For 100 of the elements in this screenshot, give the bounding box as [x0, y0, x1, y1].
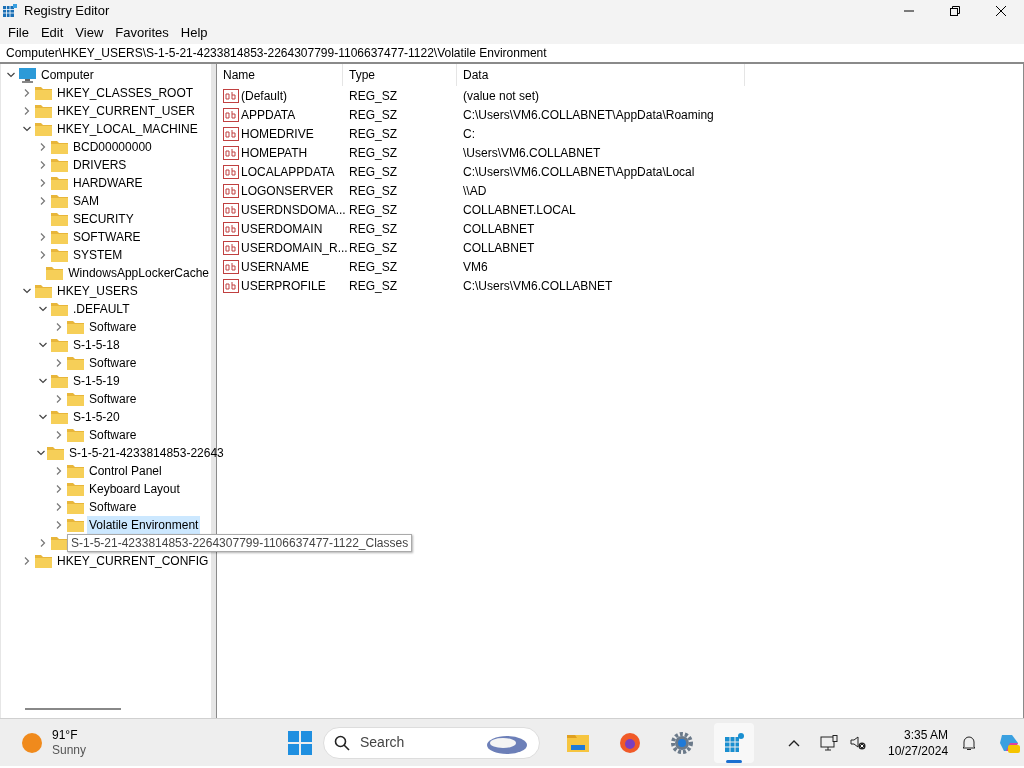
chevron-right-icon[interactable] [40, 161, 46, 169]
tree-item[interactable]: Software [87, 426, 139, 444]
sun-icon[interactable] [22, 732, 42, 753]
tree-item[interactable]: S-1-5-21-4233814853-22643 [67, 444, 226, 462]
menu-item[interactable]: File [2, 23, 35, 43]
value-type: REG_SZ [348, 87, 398, 105]
value-name[interactable]: LOCALAPPDATA [241, 162, 335, 181]
tree-item[interactable]: SYSTEM [71, 246, 125, 264]
chevron-right-icon[interactable] [56, 521, 62, 529]
chevron-down-icon[interactable] [39, 378, 47, 384]
value-name[interactable]: HOMEPATH [241, 143, 308, 162]
chevron-right-icon[interactable] [56, 485, 62, 493]
tree-item[interactable]: S-1-5-18 [71, 336, 122, 354]
folder-icon [67, 428, 84, 442]
folder-icon [51, 140, 68, 154]
tree-item[interactable]: HKEY_CURRENT_CONFIG [55, 552, 211, 570]
tree-item[interactable]: Software [87, 390, 139, 408]
chevron-right-icon[interactable] [56, 323, 62, 331]
tree-item[interactable]: Volatile Environment [87, 516, 201, 534]
tree-item[interactable]: HKEY_CLASSES_ROOT [55, 84, 196, 102]
value-name[interactable]: USERDNSDOMA... [241, 200, 346, 219]
tree-item[interactable]: Keyboard Layout [87, 480, 182, 498]
chevron-right-icon[interactable] [56, 359, 62, 367]
chevron-right-icon[interactable] [40, 251, 46, 259]
tree-item[interactable]: .DEFAULT [71, 300, 132, 318]
chevron-down-icon[interactable] [23, 126, 31, 132]
value-name[interactable]: USERDOMAIN [241, 219, 323, 238]
value-name[interactable]: LOGONSERVER [241, 181, 334, 200]
tree-item[interactable]: Computer [39, 66, 96, 84]
string-value-icon [223, 88, 239, 103]
value-name[interactable]: USERDOMAIN_R... [241, 238, 348, 257]
address-bar[interactable]: Computer\HKEY_USERS\S-1-5-21-4233814853-2264307799-1106637477-1122\Volatile Environment [0, 44, 553, 62]
chevron-down-icon[interactable] [39, 342, 47, 348]
value-name[interactable]: (Default) [241, 86, 287, 105]
tree-item[interactable]: HKEY_LOCAL_MACHINE [55, 120, 200, 138]
taskbar-app[interactable] [714, 722, 754, 763]
tree-item[interactable]: Software [87, 498, 139, 516]
close-icon [996, 6, 1006, 16]
horizontal-scrollbar[interactable] [25, 708, 121, 710]
chevron-down-icon[interactable] [39, 306, 47, 312]
menu-item[interactable]: Help [174, 23, 214, 43]
tree-item[interactable]: SAM [71, 192, 101, 210]
tree-item[interactable]: WindowsAppLockerCache [66, 264, 211, 282]
tree-item[interactable]: SOFTWARE [71, 228, 143, 246]
network-icon[interactable] [820, 735, 838, 751]
chevron-right-icon[interactable] [56, 431, 62, 439]
menu-item[interactable]: Edit [34, 23, 70, 43]
tree-item[interactable]: Software [87, 318, 139, 336]
chevron-right-icon[interactable] [40, 233, 46, 241]
chevron-right-icon[interactable] [56, 467, 62, 475]
start-icon[interactable] [288, 730, 312, 755]
column-header[interactable]: Name [217, 64, 343, 86]
string-value-icon [223, 145, 239, 160]
tree-item[interactable]: Software [87, 354, 139, 372]
value-name[interactable]: APPDATA [241, 105, 296, 124]
chevron-right-icon[interactable] [40, 179, 46, 187]
menu-item[interactable]: Favorites [109, 23, 175, 43]
tree-item[interactable]: Control Panel [87, 462, 164, 480]
menu-item[interactable]: View [69, 23, 110, 43]
folder-icon [67, 518, 84, 532]
chevron-right-icon[interactable] [56, 503, 62, 511]
string-value-icon [223, 202, 239, 217]
clock-date[interactable]: 10/27/2024 [888, 743, 949, 759]
chevron-right-icon[interactable] [40, 143, 46, 151]
chevron-right-icon[interactable] [24, 107, 30, 115]
chevron-right-icon[interactable] [24, 557, 30, 565]
chevron-right-icon[interactable] [40, 197, 46, 205]
tree-item[interactable]: HARDWARE [71, 174, 145, 192]
folder-icon [51, 338, 68, 352]
value-type: REG_SZ [348, 182, 398, 200]
speaker-muted-icon[interactable] [850, 735, 866, 751]
tree-item[interactable]: SECURITY [71, 210, 136, 228]
folder-icon [35, 554, 52, 568]
weather-temperature[interactable]: 91°F [52, 727, 87, 743]
weather-condition[interactable]: Sunny [52, 742, 87, 758]
bell-icon[interactable] [962, 735, 977, 751]
chevron-right-icon[interactable] [56, 395, 62, 403]
column-header[interactable]: Type [343, 64, 457, 86]
value-name[interactable]: USERNAME [241, 257, 309, 276]
chevron-right-icon[interactable] [40, 539, 46, 547]
tree-item[interactable]: HKEY_USERS [55, 282, 140, 300]
tree-item[interactable]: BCD00000000 [71, 138, 154, 156]
chevron-down-icon[interactable] [7, 72, 15, 78]
tree-item[interactable]: HKEY_CURRENT_USER [55, 102, 198, 120]
chevron-down-icon[interactable] [39, 414, 47, 420]
chevron-down-icon[interactable] [37, 450, 45, 456]
chevron-up-icon[interactable] [788, 739, 800, 747]
value-name[interactable]: USERPROFILE [241, 276, 326, 295]
column-header[interactable]: Data [457, 64, 745, 86]
chevron-down-icon[interactable] [23, 288, 31, 294]
search-input[interactable]: Search [360, 732, 480, 753]
computer-icon [19, 67, 36, 83]
tree-item[interactable]: S-1-5-19 [71, 372, 122, 390]
tree-item[interactable]: DRIVERS [71, 156, 129, 174]
folder-icon [67, 500, 84, 514]
chevron-right-icon[interactable] [24, 89, 30, 97]
tree-item[interactable]: S-1-5-20 [71, 408, 122, 426]
search-field[interactable]: Search [323, 726, 540, 759]
value-name[interactable]: HOMEDRIVE [241, 124, 314, 143]
clock-time[interactable]: 3:35 AM [904, 727, 949, 743]
